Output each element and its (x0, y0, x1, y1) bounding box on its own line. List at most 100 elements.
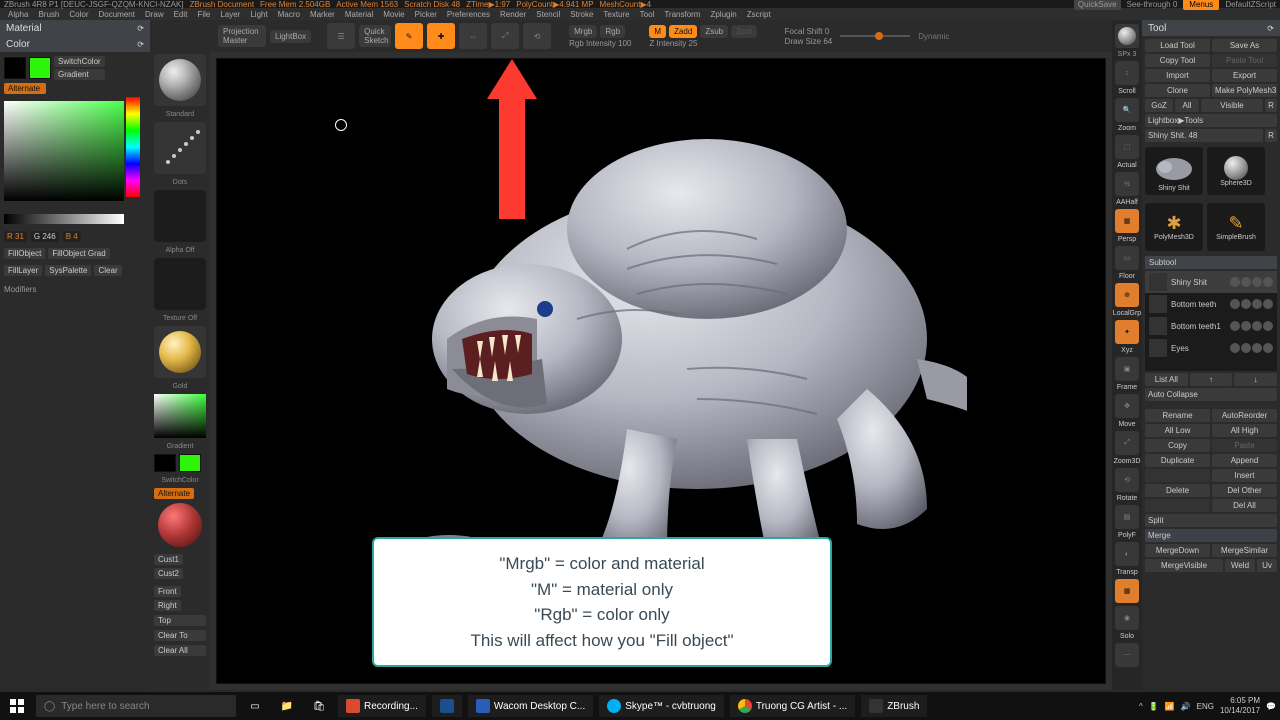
search-input[interactable]: ◯ Type here to search (36, 695, 236, 717)
hue-strip[interactable] (126, 97, 140, 197)
load-tool-button[interactable]: Load Tool (1145, 39, 1210, 52)
edit-mode[interactable]: ✎ (395, 23, 423, 49)
extra-icon[interactable]: ⋯ (1115, 643, 1139, 667)
transp-icon[interactable]: ◐ (1115, 542, 1139, 566)
solo-icon[interactable]: ◉ (1115, 606, 1139, 630)
menu-tool[interactable]: Tool (636, 9, 659, 20)
fillobject-grad-button[interactable]: FillObject Grad (48, 248, 109, 259)
menu-picker[interactable]: Picker (411, 9, 441, 20)
filllayer-button[interactable]: FillLayer (4, 265, 42, 276)
task-camtasia[interactable]: Recording... (338, 695, 426, 717)
viewport[interactable]: "Mrgb" = color and material "M" = materi… (216, 58, 1106, 684)
zoom-icon[interactable]: 🔍 (1115, 98, 1139, 122)
dots-stroke[interactable] (154, 122, 206, 174)
xyz-icon[interactable]: ✦ (1115, 320, 1139, 344)
material-preview[interactable] (158, 503, 202, 547)
task-view-icon[interactable]: ▭ (242, 694, 268, 718)
polyf-icon[interactable]: ▤ (1115, 505, 1139, 529)
menu-preferences[interactable]: Preferences (443, 9, 494, 20)
subtool-row[interactable]: Shiny Shit (1145, 271, 1277, 293)
lightbox-button[interactable]: LightBox (270, 30, 311, 43)
primary-color-swatch[interactable] (29, 57, 51, 79)
menu-render[interactable]: Render (496, 9, 530, 20)
syspalette-button[interactable]: SysPalette (45, 265, 91, 276)
texture-icon[interactable]: ▦ (1115, 579, 1139, 603)
start-button[interactable] (4, 694, 30, 718)
volume-icon[interactable]: 🔊 (1181, 702, 1191, 711)
clear-button[interactable]: Clear (94, 265, 121, 276)
menu-brush[interactable]: Brush (34, 9, 63, 20)
active-tool-thumb[interactable]: Shiny Shit (1145, 147, 1203, 195)
lang-indicator[interactable]: ENG (1197, 702, 1214, 711)
battery-icon[interactable]: 🔋 (1149, 702, 1159, 711)
zsub-button[interactable]: Zsub (700, 25, 728, 38)
alpha-slot[interactable] (154, 190, 206, 242)
menu-movie[interactable]: Movie (379, 9, 408, 20)
task-chrome[interactable]: Truong CG Artist - ... (730, 695, 855, 717)
actual-icon[interactable]: ⬚ (1115, 135, 1139, 159)
menu-color[interactable]: Color (65, 9, 92, 20)
menu-edit[interactable]: Edit (170, 9, 192, 20)
material-gold[interactable] (154, 326, 206, 378)
zcut-button[interactable]: Zcut (731, 25, 757, 38)
subtool-row[interactable]: Bottom teeth1 (1145, 315, 1277, 337)
task-zbrush[interactable]: ZBrush (861, 695, 927, 717)
alternate-button[interactable]: Alternate (4, 83, 46, 94)
projection-master[interactable]: Projection Master (218, 25, 266, 47)
task-wacom[interactable]: Wacom Desktop C... (468, 695, 593, 717)
menu-light[interactable]: Light (246, 9, 271, 20)
subtool-row[interactable]: Eyes (1145, 337, 1277, 359)
color-picker[interactable] (4, 101, 124, 201)
switchcolor-button[interactable]: SwitchColor (54, 56, 105, 67)
g-value[interactable]: G 246 (31, 231, 59, 242)
subtool-header[interactable]: Subtool (1145, 256, 1277, 269)
fillobject-button[interactable]: FillObject (4, 248, 45, 259)
menu-macro[interactable]: Macro (274, 9, 304, 20)
notifications-icon[interactable]: 💬 (1266, 702, 1276, 711)
quick-sketch[interactable]: ☰ (327, 23, 355, 49)
rotate3d-icon[interactable]: ⟲ (1115, 468, 1139, 492)
aahalf-icon[interactable]: ½ (1115, 172, 1139, 196)
menu-stroke[interactable]: Stroke (566, 9, 597, 20)
store-icon[interactable]: 🛍 (306, 694, 332, 718)
sphere3d-thumb[interactable]: Sphere3D (1207, 147, 1265, 195)
move3d-icon[interactable]: ✥ (1115, 394, 1139, 418)
tool-panel-title[interactable]: Tool⟳ (1142, 20, 1280, 36)
menus-button[interactable]: Menus (1183, 0, 1219, 10)
draw-mode[interactable]: ✚ (427, 23, 455, 49)
zadd-button[interactable]: Zadd (669, 25, 697, 38)
gradient-picker-small[interactable] (154, 394, 206, 438)
menu-zplugin[interactable]: Zplugin (706, 9, 740, 20)
rgb-button[interactable]: Rgb (600, 25, 625, 38)
see-through-slider[interactable]: See-through 0 (1127, 0, 1178, 9)
m-button[interactable]: M (649, 25, 666, 38)
scale-mode[interactable]: ⤢ (491, 23, 519, 49)
material-panel-title[interactable]: Material⟳ (0, 20, 150, 36)
frame-icon[interactable]: ▣ (1115, 357, 1139, 381)
menu-transform[interactable]: Transform (660, 9, 704, 20)
menu-marker[interactable]: Marker (306, 9, 339, 20)
menu-document[interactable]: Document (95, 9, 139, 20)
tray-up-icon[interactable]: ^ (1139, 702, 1143, 711)
value-strip[interactable] (4, 214, 124, 224)
menu-zscript[interactable]: Zscript (743, 9, 775, 20)
subtool-row[interactable]: Bottom teeth (1145, 293, 1277, 315)
menu-material[interactable]: Material (341, 9, 377, 20)
task-skype[interactable]: Skype™ - cvbtruong (599, 695, 724, 717)
menu-layer[interactable]: Layer (216, 9, 244, 20)
modifiers-label[interactable]: Modifiers (4, 285, 146, 294)
scroll-icon[interactable]: ↕ (1115, 61, 1139, 85)
rotate-mode[interactable]: ⟲ (523, 23, 551, 49)
quicksave-button[interactable]: QuickSave (1074, 0, 1121, 10)
menu-draw[interactable]: Draw (141, 9, 168, 20)
wifi-icon[interactable]: 📶 (1165, 702, 1175, 711)
menu-alpha[interactable]: Alpha (4, 9, 32, 20)
menu-texture[interactable]: Texture (599, 9, 633, 20)
menu-file[interactable]: File (193, 9, 214, 20)
simplebrush-thumb[interactable]: ✎SimpleBrush (1207, 203, 1265, 251)
move-mode[interactable]: ⇔ (459, 23, 487, 49)
floor-icon[interactable]: ▭ (1115, 246, 1139, 270)
r-value[interactable]: R 31 (4, 231, 27, 242)
task-photoshop[interactable] (432, 695, 462, 717)
standard-brush[interactable] (154, 54, 206, 106)
